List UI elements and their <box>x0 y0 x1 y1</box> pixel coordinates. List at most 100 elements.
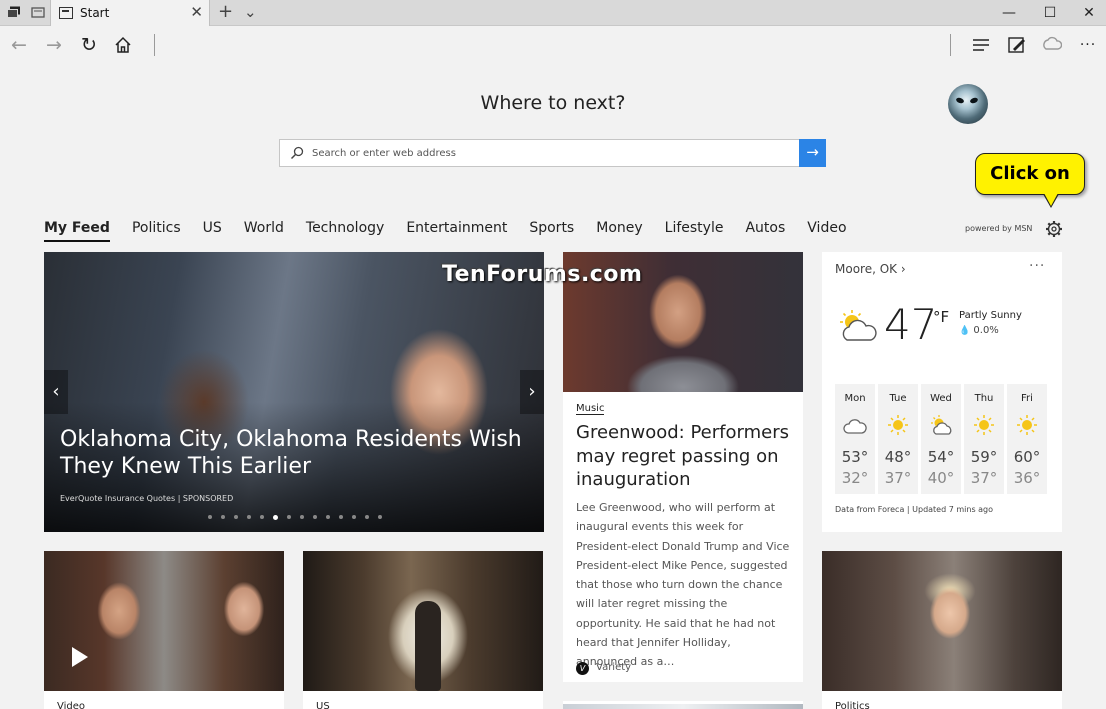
tab-preview-icon[interactable] <box>31 6 45 19</box>
tab-world[interactable]: World <box>244 220 284 242</box>
callout-annotation: Click on <box>975 153 1085 208</box>
us-news-card[interactable]: US <box>303 551 543 709</box>
temperature-unit[interactable]: °F <box>933 308 949 326</box>
back-button[interactable]: ← <box>7 33 31 57</box>
new-tab-icon[interactable]: + <box>218 2 233 22</box>
share-icon[interactable] <box>1042 35 1062 55</box>
refresh-button[interactable]: ↻ <box>77 33 101 57</box>
forecast-high: 59° <box>970 448 998 466</box>
forecast-day-thu[interactable]: Thu 59° 37° <box>964 384 1004 494</box>
politics-image[interactable] <box>822 551 1062 691</box>
hero-title[interactable]: Oklahoma City, Oklahoma Residents Wish T… <box>60 426 530 480</box>
precipitation-value: 0.0% <box>973 325 999 336</box>
carousel-dot[interactable] <box>208 515 212 519</box>
us-news-image[interactable] <box>303 551 543 691</box>
article-card[interactable]: Music Greenwood: Performers may regret p… <box>563 252 803 682</box>
carousel-dot[interactable] <box>273 515 278 520</box>
tab-start[interactable]: Start ✕ <box>50 0 210 26</box>
article-category[interactable]: Music <box>576 403 605 415</box>
nav-divider <box>950 34 951 56</box>
card-category[interactable]: Video <box>57 701 85 709</box>
carousel-dots <box>208 515 391 520</box>
minimize-button[interactable]: — <box>986 0 1032 26</box>
carousel-dot[interactable] <box>352 515 356 519</box>
tab-politics[interactable]: Politics <box>132 220 181 242</box>
next-article-peek[interactable] <box>563 701 803 709</box>
carousel-dot[interactable] <box>339 515 343 519</box>
forecast-day-fri[interactable]: Fri 60° 36° <box>1007 384 1047 494</box>
current-temperature: 47 <box>884 300 938 349</box>
article-title[interactable]: Greenwood: Performers may regret passing… <box>576 421 791 492</box>
carousel-dot[interactable] <box>365 515 369 519</box>
forecast-day-name: Mon <box>844 393 866 404</box>
start-page-icon <box>59 7 73 19</box>
more-menu-icon[interactable]: ··· <box>1076 33 1100 57</box>
politics-card[interactable]: Politics <box>822 551 1062 709</box>
forecast-low: 36° <box>1013 469 1041 487</box>
web-note-icon[interactable] <box>1007 35 1027 55</box>
card-category[interactable]: Politics <box>835 701 870 709</box>
weather-location[interactable]: Moore, OK › <box>835 262 906 276</box>
nav-divider <box>154 34 155 56</box>
forecast-day-name: Tue <box>889 393 907 404</box>
video-thumbnail[interactable] <box>44 551 284 691</box>
carousel-dot[interactable] <box>260 515 264 519</box>
play-icon[interactable] <box>72 647 88 667</box>
search-go-button[interactable]: → <box>799 139 826 167</box>
search-box: → <box>279 139 826 167</box>
tab-money[interactable]: Money <box>596 220 642 242</box>
sunny-icon <box>974 415 994 435</box>
weather-more-icon[interactable]: ··· <box>1029 258 1045 274</box>
page-heading: Where to next? <box>480 92 626 114</box>
forecast-day-mon[interactable]: Mon 53° 32° <box>835 384 875 494</box>
article-summary: Lee Greenwood, who will perform at inaug… <box>576 501 790 669</box>
carousel-dot[interactable] <box>313 515 317 519</box>
forecast-low: 32° <box>841 469 869 487</box>
tab-video[interactable]: Video <box>807 220 846 242</box>
tab-us[interactable]: US <box>203 220 222 242</box>
title-bar: Start ✕ + ⌄ — ☐ ✕ <box>0 0 1106 26</box>
tab-list-icon[interactable]: ⌄ <box>244 2 257 22</box>
tab-lifestyle[interactable]: Lifestyle <box>665 220 724 242</box>
tab-title: Start <box>80 6 110 20</box>
tab-sports[interactable]: Sports <box>529 220 574 242</box>
forecast-high: 54° <box>927 448 955 466</box>
tab-autos[interactable]: Autos <box>745 220 785 242</box>
silhouette <box>415 601 441 691</box>
article-source[interactable]: Variety <box>596 662 631 673</box>
carousel-prev-button[interactable]: ‹ <box>44 370 68 414</box>
tab-technology[interactable]: Technology <box>306 220 384 242</box>
home-icon[interactable] <box>114 36 132 54</box>
carousel-dot[interactable] <box>287 515 291 519</box>
carousel-dot[interactable] <box>300 515 304 519</box>
tab-entertainment[interactable]: Entertainment <box>406 220 507 242</box>
forecast-high: 60° <box>1013 448 1041 466</box>
video-card[interactable]: Video <box>44 551 284 709</box>
set-aside-tabs-icon[interactable] <box>7 6 21 19</box>
carousel-dot[interactable] <box>234 515 238 519</box>
carousel-dot[interactable] <box>326 515 330 519</box>
tab-my-feed[interactable]: My Feed <box>44 220 110 242</box>
sunny-icon <box>1017 415 1037 435</box>
forecast-day-tue[interactable]: Tue 48° 37° <box>878 384 918 494</box>
forecast-day-wed[interactable]: Wed 54° 40° <box>921 384 961 494</box>
forecast-high: 53° <box>841 448 869 466</box>
forward-button[interactable]: → <box>42 33 66 57</box>
variety-logo-icon: V <box>576 662 589 675</box>
hero-carousel[interactable]: ‹ › Oklahoma City, Oklahoma Residents Wi… <box>44 252 544 532</box>
card-category[interactable]: US <box>316 701 330 709</box>
hub-icon[interactable] <box>971 36 991 54</box>
carousel-dot[interactable] <box>221 515 225 519</box>
carousel-next-button[interactable]: › <box>520 370 544 414</box>
forecast-low: 37° <box>884 469 912 487</box>
carousel-dot[interactable] <box>247 515 251 519</box>
gear-icon[interactable] <box>1045 220 1063 238</box>
partly-sunny-icon <box>840 310 877 341</box>
close-tab-icon[interactable]: ✕ <box>190 3 203 21</box>
carousel-dot[interactable] <box>378 515 382 519</box>
precipitation: 💧 0.0% <box>959 325 999 336</box>
close-window-button[interactable]: ✕ <box>1066 0 1106 26</box>
search-input[interactable] <box>312 140 792 166</box>
avatar[interactable] <box>948 84 988 124</box>
weather-card[interactable]: Moore, OK › ··· 47 °F Partly Sunny 💧 0.0… <box>822 252 1062 532</box>
